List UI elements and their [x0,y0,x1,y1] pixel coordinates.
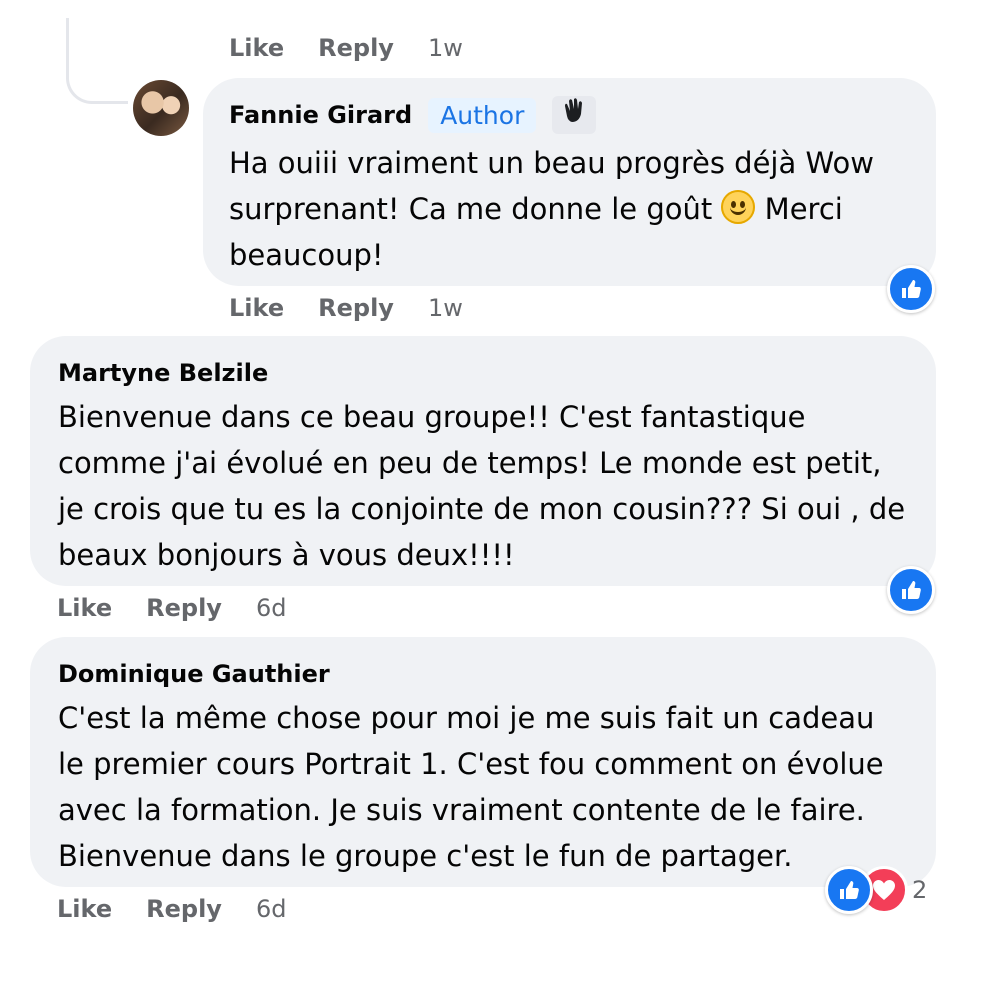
reply-button[interactable]: Reply [318,294,394,322]
comment-text: Ha ouiii vraiment un beau progrès déjà W… [229,146,874,272]
reply-button[interactable]: Reply [146,895,222,923]
comment-text: C'est la même chose pour moi je me suis … [58,701,884,873]
comment-actions: Like Reply 6d [57,889,286,929]
parent-comment-actions: Like Reply 1w [229,28,463,68]
like-reaction-icon[interactable] [887,566,935,614]
reply-button[interactable]: Reply [146,594,222,622]
comment-actions: Like Reply 6d [57,588,286,628]
comment-author[interactable]: Fannie Girard [229,101,412,129]
like-reaction-icon[interactable] [887,265,935,313]
comment-bubble: Dominique Gauthier C'est la même chose p… [30,637,936,887]
like-reaction-icon[interactable] [825,866,873,914]
comment-timestamp[interactable]: 1w [428,34,463,62]
avatar[interactable] [133,80,189,136]
like-button[interactable]: Like [229,34,284,62]
comment-timestamp[interactable]: 6d [256,594,287,622]
reply-button[interactable]: Reply [318,34,394,62]
comment-author[interactable]: Martyne Belzile [58,356,908,390]
comment-bubble: Martyne Belzile Bienvenue dans ce beau g… [30,336,936,586]
comment-author[interactable]: Dominique Gauthier [58,657,908,691]
reaction-count[interactable]: 2 [912,876,927,904]
comment-actions: Like Reply 1w [229,288,463,328]
like-button[interactable]: Like [57,895,112,923]
reply-thread-connector [66,18,128,104]
comment-bubble: Fannie Girard Author Ha ouiii vraiment u… [203,78,936,286]
author-badge: Author [428,97,537,133]
like-button[interactable]: Like [57,594,112,622]
comment-timestamp[interactable]: 1w [428,294,463,322]
slightly-smiling-face-emoji [721,190,756,224]
comment-timestamp[interactable]: 6d [256,895,287,923]
waving-hand-icon [552,96,597,134]
like-button[interactable]: Like [229,294,284,322]
comment-text: Bienvenue dans ce beau groupe!! C'est fa… [58,400,906,572]
